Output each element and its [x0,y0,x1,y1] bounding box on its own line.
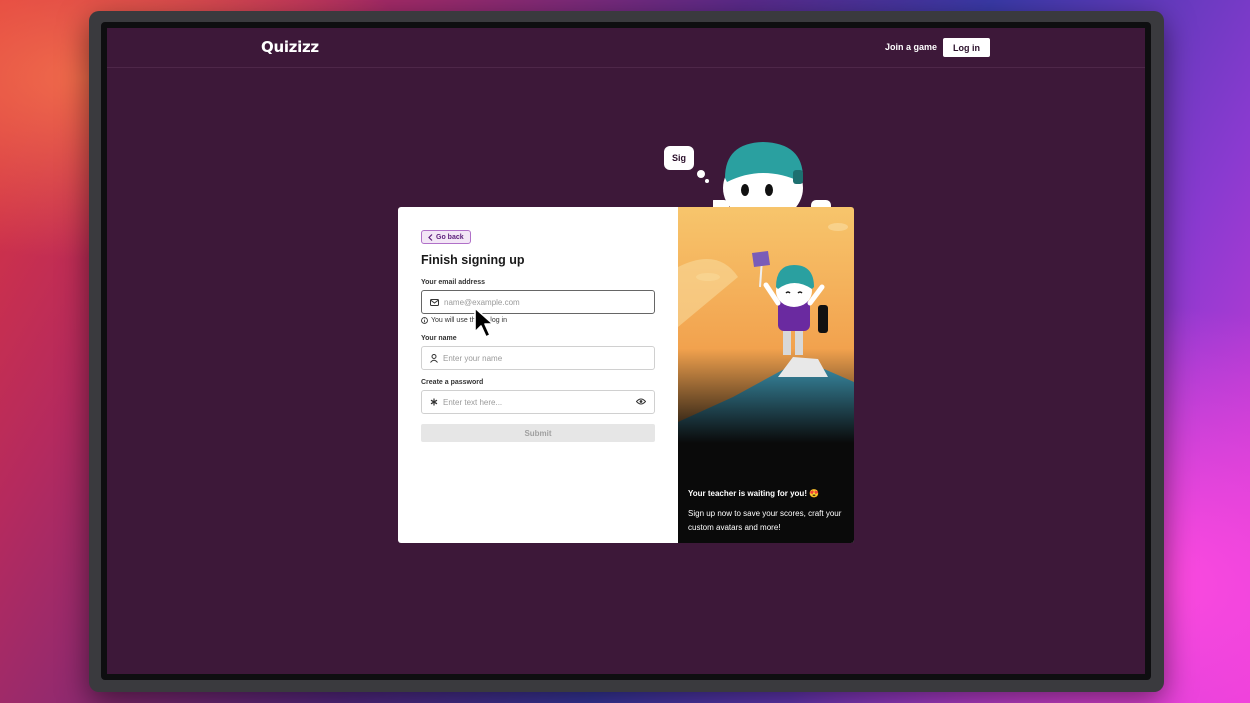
name-label: Your name [421,335,457,342]
mail-icon [430,298,439,306]
asterisk-icon [430,398,438,406]
name-field-box[interactable] [421,346,655,370]
heart-eyes-emoji: 😍 [809,489,820,498]
signup-modal: Go back Finish signing up Your email add… [398,207,854,543]
password-label: Create a password [421,379,484,386]
join-game-link[interactable]: Join a game [885,42,937,52]
email-hint-text: You will use this to log in [431,317,508,324]
eye-icon[interactable] [636,398,646,405]
thought-dot [705,179,709,183]
mouse-cursor-icon [474,307,494,338]
email-label: Your email address [421,279,486,286]
browser-viewport: Quizizz Join a game Log in Sig Go back F… [107,28,1145,674]
info-icon [421,317,428,324]
promo-body: Sign up now to save your scores, craft y… [688,509,842,532]
email-field-box[interactable] [421,290,655,314]
promo-heading-text: Your teacher is waiting for you! [688,489,807,498]
chevron-left-icon [428,233,433,241]
password-input[interactable] [443,397,623,407]
submit-button[interactable]: Submit [421,424,655,442]
mascot-speech-bubble: Sig [664,146,694,170]
email-input[interactable] [444,297,624,307]
password-field-box[interactable] [421,390,655,414]
promo-heading: Your teacher is waiting for you! 😍 [688,489,819,498]
go-back-label: Go back [436,233,464,241]
thought-dot [697,170,705,178]
login-button[interactable]: Log in [943,38,990,57]
quizizz-logo[interactable]: Quizizz [261,38,319,56]
mascot-illustration [713,142,831,210]
go-back-button[interactable]: Go back [421,230,471,244]
user-icon [430,353,438,363]
promo-panel: Your teacher is waiting for you! 😍 Sign … [678,207,854,543]
form-title: Finish signing up [421,253,525,267]
mountain-illustration [678,207,854,443]
top-nav: Quizizz Join a game Log in [107,28,1145,68]
name-input[interactable] [443,353,623,363]
signup-form: Go back Finish signing up Your email add… [398,207,678,543]
